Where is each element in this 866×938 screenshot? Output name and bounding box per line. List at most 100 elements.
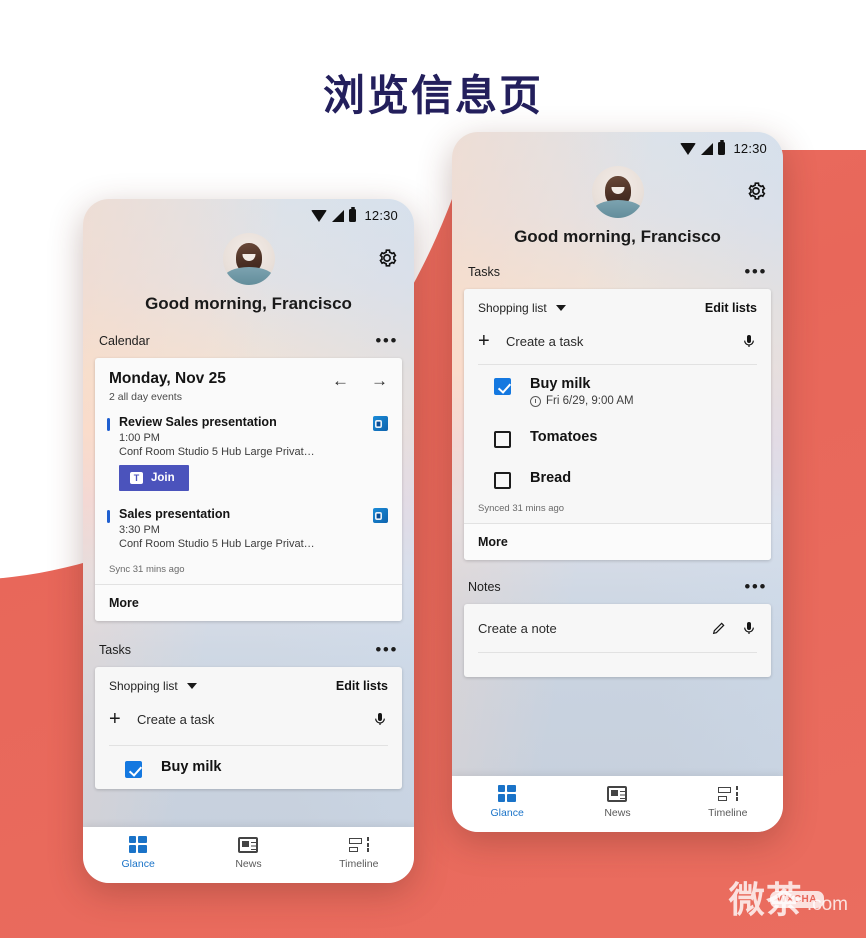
tasks-overflow-button[interactable]: ••• — [375, 641, 398, 658]
task-checkbox[interactable] — [125, 761, 142, 778]
greeting-text: Good morning, Francisco — [514, 227, 721, 246]
event-location: Conf Room Studio 5 Hub Large Privat… — [119, 538, 315, 550]
event-time: 3:30 PM — [119, 524, 160, 536]
tasks-overflow-button[interactable]: ••• — [744, 263, 767, 280]
task-label: Bread — [530, 470, 572, 486]
task-label: Buy milk — [530, 376, 591, 392]
pencil-icon[interactable] — [711, 620, 727, 636]
signal-icon — [701, 142, 714, 155]
glance-icon — [128, 836, 148, 853]
task-row[interactable]: Buy milk Fri 6/29, 9:00 AM — [464, 365, 771, 418]
watermark-badge: WXCHA — [769, 891, 824, 908]
notes-section-label: Notes — [468, 580, 501, 594]
greeting-area-left: Good morning, Francisco — [83, 233, 414, 314]
avatar[interactable] — [591, 166, 644, 218]
task-checkbox[interactable] — [494, 431, 511, 448]
create-note-input[interactable]: Create a note — [478, 621, 697, 636]
news-icon — [607, 785, 628, 802]
gear-icon[interactable] — [745, 180, 767, 202]
tasks-section-header: Tasks ••• — [83, 633, 414, 667]
nav-item-news[interactable]: News — [563, 785, 672, 819]
create-task-input[interactable]: Create a task — [506, 334, 741, 349]
nav-item-glance[interactable]: Glance — [453, 785, 562, 819]
task-checkbox[interactable] — [494, 378, 511, 395]
nav-item-news[interactable]: News — [194, 836, 303, 870]
gear-icon[interactable] — [376, 247, 398, 269]
event-color-bar — [107, 418, 110, 431]
timeline-icon — [348, 836, 369, 853]
calendar-event[interactable]: Review Sales presentation 1:00 PM Conf R… — [95, 411, 402, 499]
microphone-icon[interactable] — [741, 620, 757, 636]
event-time: 1:00 PM — [119, 432, 160, 444]
tasks-sync-status: Synced 31 mins ago — [478, 503, 565, 514]
event-title: Review Sales presentation — [119, 415, 277, 429]
create-task-row[interactable]: + Create a task — [95, 703, 402, 745]
task-row[interactable]: Bread — [464, 459, 771, 495]
create-task-row[interactable]: + Create a task — [464, 325, 771, 364]
calendar-card-header: Monday, Nov 25 2 all day events ← → — [95, 358, 402, 411]
nav-label: Glance — [490, 807, 524, 819]
calendar-section-header: Calendar ••• — [83, 324, 414, 358]
screen-right: 12:30 Good morning, Francisco Tasks ••• … — [452, 132, 783, 776]
event-location: Conf Room Studio 5 Hub Large Privat… — [119, 446, 315, 458]
edit-lists-button[interactable]: Edit lists — [705, 301, 757, 315]
nav-item-timeline[interactable]: Timeline — [304, 836, 413, 870]
nav-label: Timeline — [708, 806, 748, 819]
avatar-shoulders — [223, 267, 274, 285]
event-title: Sales presentation — [119, 507, 231, 521]
task-list-name: Shopping list — [478, 301, 547, 315]
chevron-down-icon — [186, 683, 197, 689]
tasks-section-label: Tasks — [468, 265, 500, 279]
nav-label: Glance — [121, 858, 155, 870]
greeting-text: Good morning, Francisco — [145, 294, 352, 313]
chevron-down-icon — [555, 305, 566, 311]
calendar-nav: ← → — [332, 370, 388, 389]
create-note-row[interactable]: Create a note — [464, 604, 771, 652]
prev-day-button[interactable]: ← — [332, 372, 349, 389]
tasks-card: Shopping list Edit lists + Create a task… — [464, 289, 771, 560]
join-button[interactable]: Join — [119, 465, 189, 491]
task-list-selector[interactable]: Shopping list — [478, 301, 566, 315]
edit-lists-button[interactable]: Edit lists — [336, 679, 388, 693]
news-icon — [238, 836, 259, 853]
calendar-more-button[interactable]: More — [95, 585, 402, 621]
bottom-nav-right: Glance News Timeline — [452, 776, 783, 832]
task-list-selector[interactable]: Shopping list — [109, 679, 197, 693]
screen-left: 12:30 Good morning, Francisco Calendar •… — [83, 199, 414, 827]
bottom-nav-left: Glance News Timeline — [83, 827, 414, 883]
calendar-sync-status: Sync 31 mins ago — [109, 564, 185, 575]
microphone-icon[interactable] — [372, 711, 388, 727]
timeline-icon — [717, 785, 738, 802]
next-day-button[interactable]: → — [371, 372, 388, 389]
avatar[interactable] — [222, 233, 275, 285]
tasks-more-button[interactable]: More — [464, 524, 771, 560]
calendar-date: Monday, Nov 25 — [109, 370, 226, 387]
notes-card-filler — [464, 653, 771, 677]
create-task-input[interactable]: Create a task — [137, 712, 372, 727]
nav-item-glance[interactable]: Glance — [84, 836, 193, 870]
microphone-icon[interactable] — [741, 333, 757, 349]
calendar-date-block: Monday, Nov 25 2 all day events — [109, 370, 226, 403]
calendar-card: Monday, Nov 25 2 all day events ← → Revi… — [95, 358, 402, 621]
alarm-icon — [530, 395, 541, 407]
calendar-event[interactable]: Sales presentation 3:30 PM Conf Room Stu… — [95, 499, 402, 556]
notes-section-header: Notes ••• — [452, 570, 783, 604]
phone-tasks-notes: 12:30 Good morning, Francisco Tasks ••• … — [452, 132, 783, 832]
status-bar-right: 12:30 — [452, 132, 783, 156]
outlook-icon — [373, 416, 388, 431]
task-row[interactable]: Tomatoes — [464, 418, 771, 459]
plus-icon: + — [109, 708, 121, 730]
battery-icon — [718, 139, 726, 155]
status-time: 12:30 — [733, 141, 767, 156]
task-checkbox[interactable] — [494, 472, 511, 489]
task-row[interactable]: Buy milk — [95, 746, 402, 789]
event-body: Sales presentation 3:30 PM Conf Room Stu… — [119, 507, 367, 550]
nav-item-timeline[interactable]: Timeline — [673, 785, 782, 819]
calendar-overflow-button[interactable]: ••• — [375, 332, 398, 349]
notes-overflow-button[interactable]: ••• — [744, 578, 767, 595]
nav-label: News — [235, 857, 262, 870]
tasks-card-header: Shopping list Edit lists — [464, 289, 771, 325]
greeting-area-right: Good morning, Francisco — [452, 166, 783, 247]
page-title: 浏览信息页 — [322, 72, 543, 119]
outlook-icon — [373, 508, 388, 523]
